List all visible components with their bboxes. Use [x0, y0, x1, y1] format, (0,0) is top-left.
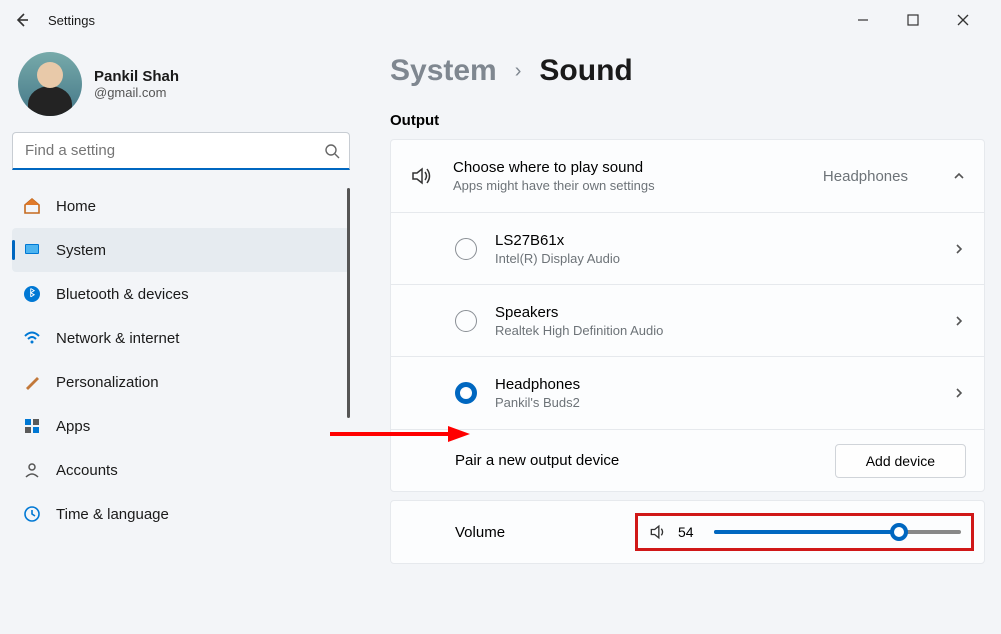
output-section-label: Output: [390, 112, 985, 129]
speaker-icon[interactable]: [648, 522, 668, 542]
add-device-button[interactable]: Add device: [835, 444, 966, 478]
current-output-value: Headphones: [823, 168, 908, 185]
window-title: Settings: [48, 13, 95, 28]
search-field[interactable]: [12, 132, 350, 170]
volume-slider[interactable]: [714, 530, 961, 534]
sidebar-item-apps[interactable]: Apps: [12, 404, 350, 448]
choose-output-sub: Apps might have their own settings: [453, 178, 803, 193]
chevron-right-icon: ›: [515, 60, 522, 83]
radio-button[interactable]: [455, 238, 477, 260]
search-icon: [324, 143, 340, 159]
sidebar: Pankil Shah @gmail.com Home: [0, 40, 360, 634]
radio-button[interactable]: [455, 382, 477, 404]
choose-output-title: Choose where to play sound: [453, 159, 803, 176]
sidebar-item-label: Home: [56, 198, 96, 215]
device-row[interactable]: Headphones Pankil's Buds2: [391, 357, 984, 429]
slider-thumb[interactable]: [890, 523, 908, 541]
main-pane: System › Sound Output Choose where to pl…: [360, 40, 1001, 634]
minimize-button[interactable]: [857, 14, 887, 26]
bluetooth-icon: [22, 284, 42, 304]
output-card: Choose where to play sound Apps might ha…: [390, 139, 985, 492]
device-name: Speakers: [495, 304, 934, 321]
system-icon: [22, 240, 42, 260]
pair-device-row: Pair a new output device Add device: [391, 429, 984, 491]
breadcrumb-parent[interactable]: System: [390, 54, 497, 88]
device-sub: Pankil's Buds2: [495, 395, 934, 410]
window-controls: [857, 14, 993, 26]
avatar: [18, 52, 82, 116]
titlebar: Settings: [0, 0, 1001, 40]
sidebar-item-label: Apps: [56, 418, 90, 435]
sidebar-item-system[interactable]: System: [12, 228, 350, 272]
brush-icon: [22, 372, 42, 392]
device-sub: Realtek High Definition Audio: [495, 323, 934, 338]
device-row[interactable]: LS27B61x Intel(R) Display Audio: [391, 213, 984, 285]
sidebar-item-personalization[interactable]: Personalization: [12, 360, 350, 404]
volume-value: 54: [678, 524, 704, 540]
sidebar-item-time-language[interactable]: Time & language: [12, 492, 350, 536]
profile-email: @gmail.com: [94, 85, 179, 100]
maximize-button[interactable]: [907, 14, 937, 26]
sidebar-item-bluetooth[interactable]: Bluetooth & devices: [12, 272, 350, 316]
device-name: LS27B61x: [495, 232, 934, 249]
wifi-icon: [22, 328, 42, 348]
device-list: LS27B61x Intel(R) Display Audio Speakers…: [391, 212, 984, 429]
volume-highlight: 54: [635, 513, 974, 551]
nav-list: Home System Bluetooth & devices Network …: [12, 184, 350, 536]
slider-fill: [714, 530, 899, 534]
profile-section[interactable]: Pankil Shah @gmail.com: [12, 46, 350, 132]
sidebar-item-accounts[interactable]: Accounts: [12, 448, 350, 492]
chevron-right-icon[interactable]: [952, 386, 966, 400]
sidebar-item-label: Bluetooth & devices: [56, 286, 189, 303]
clock-icon: [22, 504, 42, 524]
breadcrumb: System › Sound: [390, 54, 985, 88]
profile-name: Pankil Shah: [94, 68, 179, 85]
speaker-icon: [409, 164, 433, 188]
home-icon: [22, 196, 42, 216]
sidebar-item-label: System: [56, 242, 106, 259]
device-sub: Intel(R) Display Audio: [495, 251, 934, 266]
sidebar-scrollbar[interactable]: [347, 188, 350, 418]
sidebar-item-label: Accounts: [56, 462, 118, 479]
radio-button[interactable]: [455, 310, 477, 332]
sidebar-item-label: Personalization: [56, 374, 159, 391]
sidebar-item-label: Network & internet: [56, 330, 179, 347]
choose-output-row[interactable]: Choose where to play sound Apps might ha…: [391, 140, 984, 212]
close-button[interactable]: [957, 14, 987, 26]
back-button[interactable]: [8, 6, 36, 34]
account-icon: [22, 460, 42, 480]
breadcrumb-current: Sound: [539, 54, 632, 88]
device-name: Headphones: [495, 376, 934, 393]
pair-label: Pair a new output device: [455, 452, 835, 469]
apps-icon: [22, 416, 42, 436]
sidebar-item-network[interactable]: Network & internet: [12, 316, 350, 360]
sidebar-item-home[interactable]: Home: [12, 184, 350, 228]
sidebar-item-label: Time & language: [56, 506, 169, 523]
device-row[interactable]: Speakers Realtek High Definition Audio: [391, 285, 984, 357]
volume-row: Volume 54: [390, 500, 985, 564]
search-input[interactable]: [12, 132, 350, 170]
volume-label: Volume: [455, 524, 635, 541]
chevron-up-icon: [952, 169, 966, 183]
chevron-right-icon[interactable]: [952, 314, 966, 328]
chevron-right-icon[interactable]: [952, 242, 966, 256]
